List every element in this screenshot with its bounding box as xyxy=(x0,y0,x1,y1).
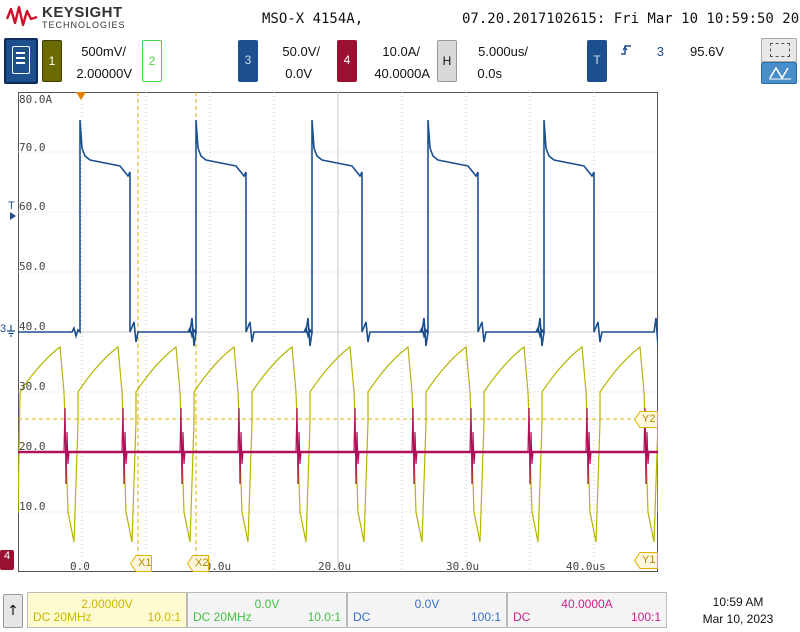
channel-3-offset: 0.0V xyxy=(285,66,312,81)
trigger-marker-label: T xyxy=(8,200,15,212)
cursor-y2-label: Y2 xyxy=(642,413,656,425)
trigger-level-marker[interactable]: T xyxy=(8,200,16,220)
channel-2-button[interactable]: 2 xyxy=(142,40,162,82)
bottom-ch3-coupling: DC xyxy=(353,610,371,624)
bottom-ch1-coupling: DC 20MHz xyxy=(33,610,92,624)
channel-4-button[interactable]: 4 xyxy=(337,40,357,82)
bottom-ch4-offset: 40.0000A xyxy=(561,597,613,611)
y-label-5: 30.0 xyxy=(19,380,46,393)
trigger-label: T xyxy=(593,53,601,67)
bottom-ch2-offset: 0.0V xyxy=(254,597,280,611)
channel-4-offset: 40.0000A xyxy=(374,66,430,81)
cursor-y2-tag[interactable]: Y2 xyxy=(634,411,658,428)
horizontal-button[interactable]: H xyxy=(437,40,457,82)
channel-1-number: 1 xyxy=(48,54,56,68)
x-label-4: 40.0us xyxy=(566,560,606,573)
channel-settings-bar: ↑ 2.00000V DC 20MHz 10.0:1 0.0V DC 20MHz… xyxy=(0,590,800,632)
brand-name: KEYSIGHT xyxy=(42,4,123,21)
keysight-logo: KEYSIGHT TECHNOLOGIES xyxy=(6,3,136,31)
ground-icon xyxy=(7,325,15,337)
bottom-ch1-probe: 10.0:1 xyxy=(147,610,181,624)
bottom-ch2-coupling: DC 20MHz xyxy=(193,610,252,624)
bottom-channel-4[interactable]: 40.0000A DC 100:1 xyxy=(507,592,667,628)
triangle-right-icon xyxy=(10,212,16,220)
main-menu-button[interactable] xyxy=(4,38,38,84)
y-label-3: 50.0 xyxy=(19,260,46,273)
cursor-x2-tag[interactable]: X2 xyxy=(187,555,209,572)
channel-1-button[interactable]: 1 xyxy=(42,40,62,82)
horizontal-delay: 0.0s xyxy=(477,66,502,81)
header-datetime: 07.20.2017102615: Fri Mar 10 10:59:50 20… xyxy=(462,11,800,27)
cursor-y1-label: Y1 xyxy=(642,554,656,566)
channel-1-scale: 500mV/ xyxy=(81,44,126,59)
graticule xyxy=(18,92,658,572)
keysight-wave-icon xyxy=(6,5,38,27)
channel-4-scale: 10.0A/ xyxy=(382,44,420,59)
channel-3-ground-marker[interactable]: 3 xyxy=(0,323,18,337)
y-label-2: 60.0 xyxy=(19,200,46,213)
channel-3-scale: 50.0V/ xyxy=(282,44,320,59)
trigger-position-icon xyxy=(76,92,86,100)
x-label-2: 20.0u xyxy=(318,560,352,573)
channel-4-ground-marker[interactable]: 4 xyxy=(0,550,14,570)
bottom-ch4-coupling: DC xyxy=(513,610,531,624)
trigger-level: 95.6V xyxy=(690,44,724,59)
y-label-6: 20.0 xyxy=(19,440,46,453)
clock-date: Mar 10, 2023 xyxy=(702,612,774,626)
bottom-ch2-probe: 10.0:1 xyxy=(307,610,341,624)
waveform-display[interactable] xyxy=(18,92,658,572)
ch4-ground-label: 4 xyxy=(3,550,11,562)
bottom-channel-3[interactable]: 0.0V DC 100:1 xyxy=(347,592,507,628)
y-label-4: 40.0 xyxy=(19,320,46,333)
zoom-box-button[interactable] xyxy=(761,38,797,62)
cursor-x2-label: X2 xyxy=(195,557,209,569)
bottom-channel-2[interactable]: 0.0V DC 20MHz 10.0:1 xyxy=(187,592,347,628)
autoscale-icon xyxy=(769,66,791,80)
x-label-3: 30.0u xyxy=(446,560,480,573)
channel-3-number: 3 xyxy=(244,53,252,67)
horizontal-label: H xyxy=(442,54,452,68)
channel-2-number: 2 xyxy=(148,54,156,68)
clock-time: 10:59 AM xyxy=(712,595,764,609)
channel-4-number: 4 xyxy=(343,53,351,67)
y-label-7: 10.0 xyxy=(19,500,46,513)
cursor-x1-tag[interactable]: X1 xyxy=(130,555,152,572)
brand-subtitle: TECHNOLOGIES xyxy=(42,20,126,30)
model-label: MSO-X 4154A, xyxy=(262,11,364,27)
bottom-ch4-probe: 100:1 xyxy=(630,610,661,624)
y-label-1: 70.0 xyxy=(19,141,46,154)
channel-1-offset: 2.00000V xyxy=(76,66,132,81)
x-label-0: 0.0 xyxy=(70,560,90,573)
channel-3-button[interactable]: 3 xyxy=(238,40,258,82)
arrow-up-icon: ↑ xyxy=(7,603,19,619)
bottom-channel-1[interactable]: 2.00000V DC 20MHz 10.0:1 xyxy=(27,592,187,628)
cursor-y1-tag[interactable]: Y1 xyxy=(634,552,658,569)
bottom-ch1-offset: 2.00000V xyxy=(81,597,133,611)
y-label-0: 80.0A xyxy=(19,93,53,106)
trigger-button[interactable]: T xyxy=(587,40,607,82)
bottom-ch3-probe: 100:1 xyxy=(470,610,501,624)
rising-edge-icon xyxy=(621,45,631,55)
bar-toggle-button[interactable]: ↑ xyxy=(3,594,23,628)
bottom-ch3-offset: 0.0V xyxy=(414,597,440,611)
trigger-source: 3 xyxy=(656,44,664,59)
autoscale-button[interactable] xyxy=(761,62,797,84)
horizontal-scale: 5.000us/ xyxy=(478,44,528,59)
menu-icon xyxy=(12,46,30,74)
cursor-x1-label: X1 xyxy=(138,557,152,569)
system-clock: 10:59 AM Mar 10, 2023 xyxy=(680,594,796,628)
